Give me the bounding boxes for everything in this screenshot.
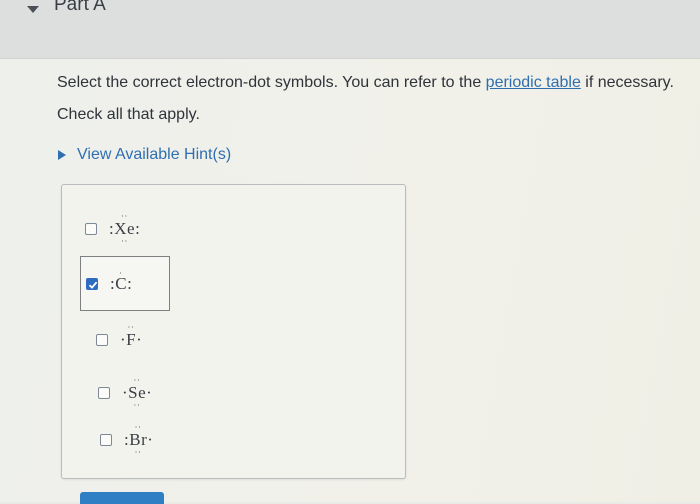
- periodic-table-link[interactable]: periodic table: [486, 74, 581, 91]
- collapse-triangle-icon[interactable]: [26, 2, 40, 13]
- electron-dot-symbol: · ·· F·: [120, 324, 143, 350]
- option-se[interactable]: · ·· Se ·· ·: [98, 377, 153, 410]
- top-dots: ··: [121, 212, 129, 221]
- element-symbol: Xe: [114, 219, 136, 238]
- element-symbol: Br: [129, 430, 148, 449]
- check-all-instruction: Check all that apply.: [57, 106, 200, 123]
- play-triangle-icon: [58, 150, 66, 160]
- right-dots: :: [135, 219, 141, 238]
- option-checkbox[interactable]: [85, 223, 97, 235]
- option-c[interactable]: : · C:: [80, 256, 170, 311]
- bottom-dots: ··: [133, 401, 141, 410]
- checkmark-icon: [88, 281, 98, 289]
- option-checkbox-checked[interactable]: [86, 277, 98, 290]
- option-checkbox[interactable]: [100, 434, 112, 446]
- electron-dot-symbol: : ·· Br ·· ·: [124, 424, 154, 457]
- part-header: Part A: [0, 0, 700, 59]
- electron-dot-symbol: · ·· Se ·· ·: [122, 377, 153, 410]
- right-dots: ·: [136, 330, 143, 349]
- view-hints-toggle[interactable]: View Available Hint(s): [57, 146, 231, 164]
- top-dots: ··: [134, 423, 142, 432]
- electron-dot-symbol: : · C:: [110, 269, 133, 294]
- instruction-text-before: Select the correct electron-dot symbols.…: [57, 74, 486, 91]
- element-symbol: Se: [128, 383, 147, 402]
- top-dots: ··: [133, 376, 141, 385]
- right-dots: ·: [146, 383, 153, 402]
- option-checkbox[interactable]: [96, 334, 108, 346]
- bottom-dots: ··: [134, 448, 142, 457]
- option-br[interactable]: : ·· Br ·· ·: [100, 424, 154, 457]
- right-dots: ·: [147, 430, 154, 449]
- answer-options-box: : ·· Xe ··: : · C: · ·· F· · ·· Se ·· · : ·· Br ·· ·: [61, 184, 406, 479]
- submit-button[interactable]: [80, 492, 164, 504]
- option-xe[interactable]: : ·· Xe ··:: [85, 213, 141, 246]
- electron-dot-symbol: : ·· Xe ··:: [109, 213, 141, 246]
- part-title: Part A: [54, 0, 106, 15]
- instruction-text-after: if necessary.: [580, 74, 674, 91]
- option-checkbox[interactable]: [98, 387, 110, 399]
- question-instruction: Select the correct electron-dot symbols.…: [57, 74, 674, 92]
- top-dots: ·: [119, 268, 123, 278]
- bottom-dots: ··: [121, 237, 129, 246]
- hint-label: View Available Hint(s): [77, 146, 232, 163]
- element-symbol: F: [126, 330, 137, 349]
- top-dots: ··: [127, 323, 135, 332]
- right-dots: :: [127, 273, 133, 293]
- option-f[interactable]: · ·· F·: [96, 324, 143, 351]
